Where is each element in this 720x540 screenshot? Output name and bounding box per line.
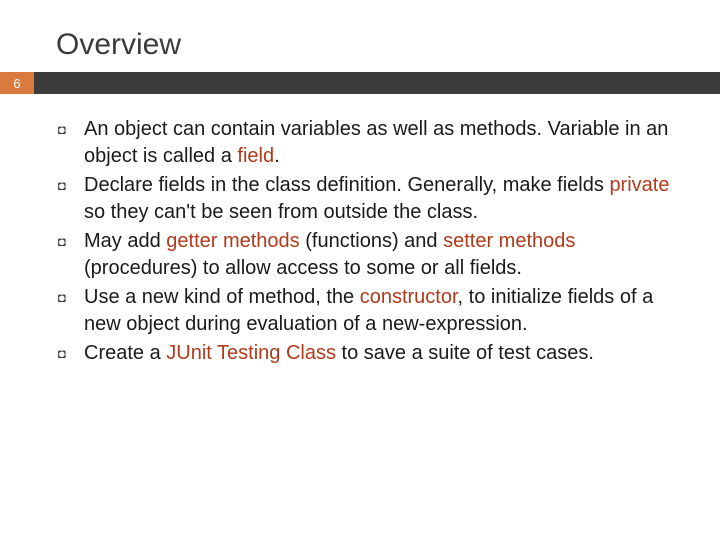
- content-area: ◘ An object can contain variables as wel…: [0, 94, 720, 368]
- bullet-icon: ◘: [56, 340, 84, 368]
- list-item: ◘ May add getter methods (functions) and…: [56, 228, 680, 282]
- highlight: JUnit Testing Class: [166, 342, 336, 364]
- list-item-text: Use a new kind of method, the constructo…: [84, 284, 680, 338]
- highlight: private: [609, 174, 669, 196]
- highlight: getter methods: [166, 230, 299, 252]
- bullet-icon: ◘: [56, 228, 84, 256]
- list-item: ◘ An object can contain variables as wel…: [56, 116, 680, 170]
- list-item-text: Create a JUnit Testing Class to save a s…: [84, 340, 594, 367]
- slide-number-box: 6: [0, 72, 34, 94]
- list-item-text: Declare fields in the class definition. …: [84, 172, 680, 226]
- slide-number: 6: [13, 76, 20, 91]
- accent-bar: 6: [0, 72, 720, 94]
- bullet-icon: ◘: [56, 172, 84, 200]
- list-item: ◘ Declare fields in the class definition…: [56, 172, 680, 226]
- list-item: ◘ Create a JUnit Testing Class to save a…: [56, 340, 680, 368]
- bullet-icon: ◘: [56, 284, 84, 312]
- highlight: constructor: [360, 286, 458, 308]
- list-item: ◘ Use a new kind of method, the construc…: [56, 284, 680, 338]
- highlight: setter methods: [443, 230, 575, 252]
- accent-bar-right: [34, 72, 720, 94]
- bullet-icon: ◘: [56, 116, 84, 144]
- slide-title: Overview: [0, 0, 720, 72]
- list-item-text: An object can contain variables as well …: [84, 116, 680, 170]
- highlight: field: [237, 145, 274, 167]
- list-item-text: May add getter methods (functions) and s…: [84, 228, 680, 282]
